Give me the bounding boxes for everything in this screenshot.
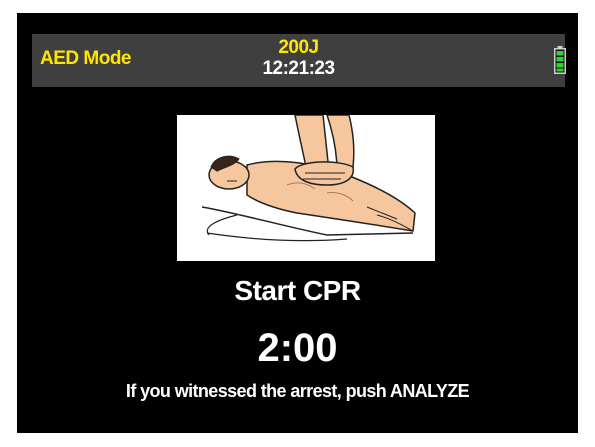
- energy-level: 200J: [278, 37, 319, 58]
- clock: 12:21:23: [262, 58, 335, 79]
- battery-full-icon: [554, 46, 566, 74]
- status-bar: AED Mode 200J 12:21:23: [32, 34, 566, 87]
- cpr-illustration: [177, 114, 435, 261]
- cpr-prompt: Start CPR: [234, 275, 361, 306]
- cpr-timer: 2:00: [257, 326, 338, 370]
- aed-display: AED Mode 200J 12:21:23 Start CPR 2:00 If…: [17, 13, 578, 433]
- instruction-text: If you witnessed the arrest, push ANALYZ…: [125, 381, 470, 401]
